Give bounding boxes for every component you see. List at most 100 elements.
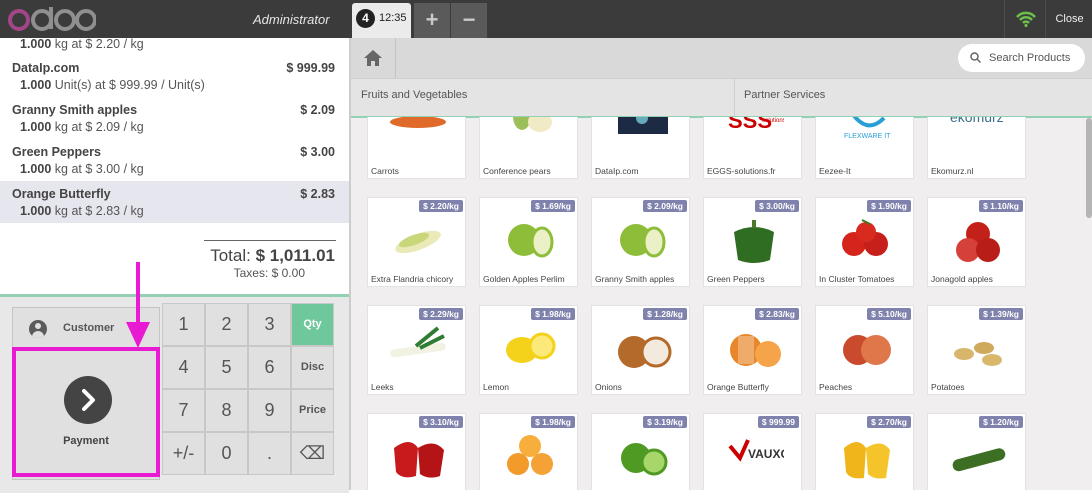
add-order-button[interactable]: + — [414, 3, 450, 38]
product-card[interactable]: $ 1.90/kg In Cluster Tomatoes — [815, 197, 914, 287]
product-card[interactable]: $ 2.83/kg Orange Butterfly — [703, 305, 802, 395]
product-card[interactable]: $ 2.20/kg Extra Flandria chicory — [367, 197, 466, 287]
order-number-badge: 4 — [356, 9, 375, 28]
product-card[interactable]: $ 1.98/kg Lemon — [479, 305, 578, 395]
product-card[interactable]: $ 1.28/kg Onions — [591, 305, 690, 395]
orderline-info: 1.000 kg at $ 2.83 / kg — [20, 204, 144, 218]
order-tab[interactable]: 4 12:35 — [352, 3, 411, 38]
product-price-tag: $ 2.29/kg — [419, 308, 463, 320]
product-card[interactable]: FLEXWARE IT Eezee-It — [815, 117, 914, 179]
product-card[interactable]: $ 2.09/kg Granny Smith apples — [591, 197, 690, 287]
orderline[interactable]: DataIp.com $ 999.99 1.000 Unit(s) at $ 9… — [0, 54, 349, 96]
product-card[interactable]: $ 5.10/kg Peaches — [815, 305, 914, 395]
orderline-selected[interactable]: Orange Butterfly $ 2.83 1.000 kg at $ 2.… — [0, 181, 349, 223]
product-card[interactable]: SSS solutions EGGS-solutions.fr — [703, 117, 802, 179]
product-name: In Cluster Tomatoes — [819, 274, 895, 284]
orderline[interactable]: Granny Smith apples $ 2.09 1.000 kg at $… — [0, 96, 349, 138]
product-card[interactable]: $ 3.19/kgStringers — [591, 413, 690, 490]
product-card[interactable]: $ 2.29/kg Leeks — [367, 305, 466, 395]
numpad-key-9[interactable]: 9 — [248, 389, 291, 432]
wifi-status[interactable] — [1004, 0, 1046, 38]
category-bar: Fruits and Vegetables Partner Services — [351, 78, 1092, 118]
mode-price-button[interactable]: Price — [291, 389, 334, 432]
product-card[interactable]: Carrots — [367, 117, 466, 179]
orderline[interactable]: 1.000 kg at $ 2.20 / kg — [0, 37, 349, 54]
product-card[interactable]: Conference pears — [479, 117, 578, 179]
wifi-icon — [1016, 11, 1036, 28]
product-price-tag: $ 1.98/kg — [531, 308, 575, 320]
customer-label: Customer — [63, 322, 115, 334]
product-card[interactable]: DataIp.com — [591, 117, 690, 179]
product-card[interactable]: $ 3.10/kgRed Pepper — [367, 413, 466, 490]
green-apple-icon — [508, 224, 554, 258]
username[interactable]: Administrator — [253, 12, 330, 27]
product-card[interactable]: ekomurz Ekomurz.nl — [927, 117, 1026, 179]
product-price-tag: $ 3.10/kg — [419, 416, 463, 428]
svg-text:VAUXOO: VAUXOO — [748, 447, 784, 461]
product-name: DataIp.com — [595, 166, 639, 176]
grapefruit-icon — [507, 435, 553, 475]
numpad-key-6[interactable]: 6 — [248, 346, 291, 389]
product-name: Eezee-It — [819, 166, 851, 176]
orderline-info: 1.000 kg at $ 3.00 / kg — [20, 162, 144, 176]
home-category-button[interactable] — [351, 38, 396, 78]
category-fruits-and-vegetables[interactable]: Fruits and Vegetables — [361, 89, 467, 101]
top-bar: Administrator 4 12:35 + − Close — [0, 0, 1092, 38]
numpad-key-0[interactable]: 0 — [205, 432, 248, 475]
search-icon — [970, 52, 981, 63]
search-products[interactable]: Search Products — [958, 44, 1085, 72]
home-icon — [364, 50, 382, 66]
order-time: 12:35 — [379, 12, 407, 24]
product-price-tag: $ 1.98/kg — [531, 416, 575, 428]
potato-icon — [954, 342, 1002, 366]
numpad-key-1[interactable]: 1 — [162, 303, 205, 346]
order-total: Total: $ 1,011.01 — [210, 246, 335, 265]
category-partner-services[interactable]: Partner Services — [744, 89, 825, 101]
numpad-key-plusminus[interactable]: +/- — [162, 432, 205, 475]
product-card[interactable]: VAUXOO$ 999.99Vauxoo.com — [703, 413, 802, 490]
product-card[interactable]: $ 1.69/kg Golden Apples Perlim — [479, 197, 578, 287]
numpad-key-4[interactable]: 4 — [162, 346, 205, 389]
product-price-tag: $ 999.99 — [757, 416, 799, 428]
orderline-info: 1.000 kg at $ 2.09 / kg — [20, 120, 144, 134]
orderline-name: Orange Butterfly — [12, 187, 111, 201]
product-name: Orange Butterfly — [707, 382, 769, 392]
numpad-key-5[interactable]: 5 — [205, 346, 248, 389]
vauxoo-logo-icon: VAUXOO — [728, 439, 784, 462]
mode-disc-button[interactable]: Disc — [291, 346, 334, 389]
product-card[interactable]: $ 1.10/kg Jonagold apples — [927, 197, 1026, 287]
product-card[interactable]: $ 1.39/kg Potatoes — [927, 305, 1026, 395]
orderline-price: $ 2.09 — [300, 103, 335, 117]
numpad-key-8[interactable]: 8 — [205, 389, 248, 432]
orange-icon — [730, 334, 781, 367]
mode-qty-button[interactable]: Qty — [291, 303, 334, 346]
product-card[interactable]: $ 3.00/kg Green Peppers — [703, 197, 802, 287]
orderline-name: Granny Smith apples — [12, 103, 138, 117]
remove-order-button[interactable]: − — [451, 3, 487, 38]
product-price-tag: $ 2.20/kg — [419, 200, 463, 212]
ekomurz-logo-icon: ekomurz — [950, 117, 1004, 125]
numpad-key-2[interactable]: 2 — [205, 303, 248, 346]
product-price-tag: $ 5.10/kg — [867, 308, 911, 320]
svg-text:ekomurz: ekomurz — [950, 117, 1004, 125]
orderline-price: $ 3.00 — [300, 145, 335, 159]
backspace-icon[interactable]: ⌫ — [291, 432, 334, 475]
lemon-icon — [506, 332, 556, 363]
numpad-key-3[interactable]: 3 — [248, 303, 291, 346]
product-name: Ekomurz.nl — [931, 166, 974, 176]
product-grid: Carrots Conference pears DataIp.com SSS solu… — [351, 117, 1081, 490]
product-name: Conference pears — [483, 166, 551, 176]
numpad-key-dot[interactable]: . — [248, 432, 291, 475]
product-price-tag: $ 1.28/kg — [643, 308, 687, 320]
close-button[interactable]: Close — [1045, 0, 1092, 38]
arrow-down-icon — [126, 262, 150, 348]
green-apple-icon — [620, 224, 666, 258]
orderline[interactable]: Green Peppers $ 3.00 1.000 kg at $ 3.00 … — [0, 138, 349, 180]
product-card[interactable]: $ 2.70/kgYellow Peppers — [815, 413, 914, 490]
numpad-key-7[interactable]: 7 — [162, 389, 205, 432]
eggs-logo-icon: SSSsolutions — [728, 117, 784, 133]
product-list-scrollbar[interactable] — [1086, 118, 1092, 218]
product-card[interactable]: $ 1.98/kgRed grapefruit — [479, 413, 578, 490]
numpad: 1 2 3 Qty 4 5 6 Disc 7 8 9 Price +/- 0 .… — [162, 303, 337, 477]
product-card[interactable]: $ 1.20/kgZucchini — [927, 413, 1026, 490]
